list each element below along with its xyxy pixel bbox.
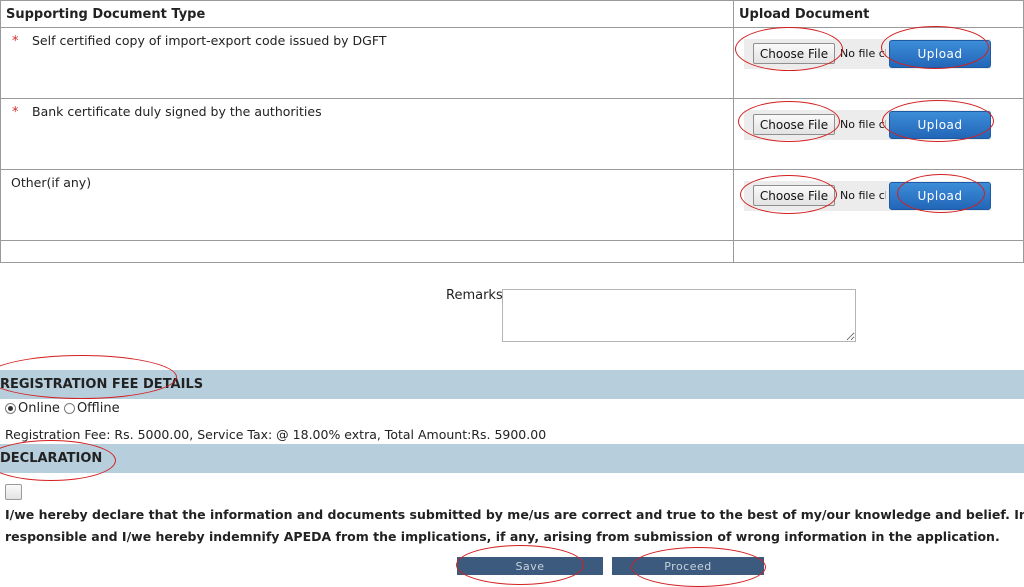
- fee-details-text: Registration Fee: Rs. 5000.00, Service T…: [5, 427, 547, 442]
- radio-online[interactable]: [5, 403, 16, 414]
- remarks-textarea[interactable]: [502, 289, 856, 342]
- document-type-label: Other(if any): [11, 175, 92, 190]
- choose-file-button[interactable]: Choose File: [753, 114, 835, 135]
- table-row: Other(if any) Choose File No file chosen…: [0, 169, 1024, 241]
- remarks-label: Remarks: [446, 288, 503, 303]
- radio-offline-label[interactable]: Offline: [77, 401, 120, 416]
- choose-file-button[interactable]: Choose File: [753, 185, 835, 206]
- save-button[interactable]: Save: [457, 557, 603, 575]
- payment-mode-radio-group: Online Offline: [5, 401, 124, 416]
- proceed-button[interactable]: Proceed: [612, 557, 764, 575]
- required-mark: *: [12, 34, 19, 49]
- declaration-checkbox[interactable]: [5, 484, 22, 500]
- header-upload-document: Upload Document: [733, 0, 1024, 28]
- table-row: * Self certified copy of import-export c…: [0, 27, 1024, 99]
- file-input[interactable]: Choose File No file chosen Upload: [744, 110, 991, 140]
- supporting-documents-table: Supporting Document Type Upload Document…: [0, 0, 1024, 263]
- declaration-text: I/we hereby declare that the information…: [5, 504, 1024, 548]
- file-status: No file chosen: [840, 118, 886, 131]
- table-row-empty: [0, 240, 1024, 263]
- registration-fee-header: REGISTRATION FEE DETAILS: [0, 370, 1024, 399]
- table-header-row: Supporting Document Type Upload Document: [0, 0, 1024, 28]
- declaration-header: DECLARATION: [0, 444, 1024, 473]
- upload-button[interactable]: Upload: [889, 182, 991, 210]
- document-type-label: Bank certificate duly signed by the auth…: [32, 104, 322, 119]
- file-input[interactable]: Choose File No file chosen Upload: [744, 181, 991, 211]
- declaration-title: DECLARATION: [0, 451, 103, 466]
- declaration-line-1: I/we hereby declare that the information…: [5, 507, 1024, 522]
- file-status: No file chosen: [840, 47, 886, 60]
- header-supporting-document-type: Supporting Document Type: [0, 0, 734, 28]
- registration-fee-title: REGISTRATION FEE DETAILS: [0, 377, 204, 392]
- radio-online-label[interactable]: Online: [18, 401, 60, 416]
- table-row: * Bank certificate duly signed by the au…: [0, 98, 1024, 170]
- document-type-label: Self certified copy of import-export cod…: [32, 33, 387, 48]
- upload-button[interactable]: Upload: [889, 111, 991, 139]
- required-mark: *: [12, 105, 19, 120]
- choose-file-button[interactable]: Choose File: [753, 43, 835, 64]
- radio-offline[interactable]: [63, 403, 75, 414]
- declaration-line-2: responsible and I/we hereby indemnify AP…: [5, 529, 1000, 544]
- file-input[interactable]: Choose File No file chosen Upload: [744, 39, 991, 69]
- upload-button[interactable]: Upload: [889, 40, 991, 68]
- file-status: No file chosen: [840, 189, 886, 202]
